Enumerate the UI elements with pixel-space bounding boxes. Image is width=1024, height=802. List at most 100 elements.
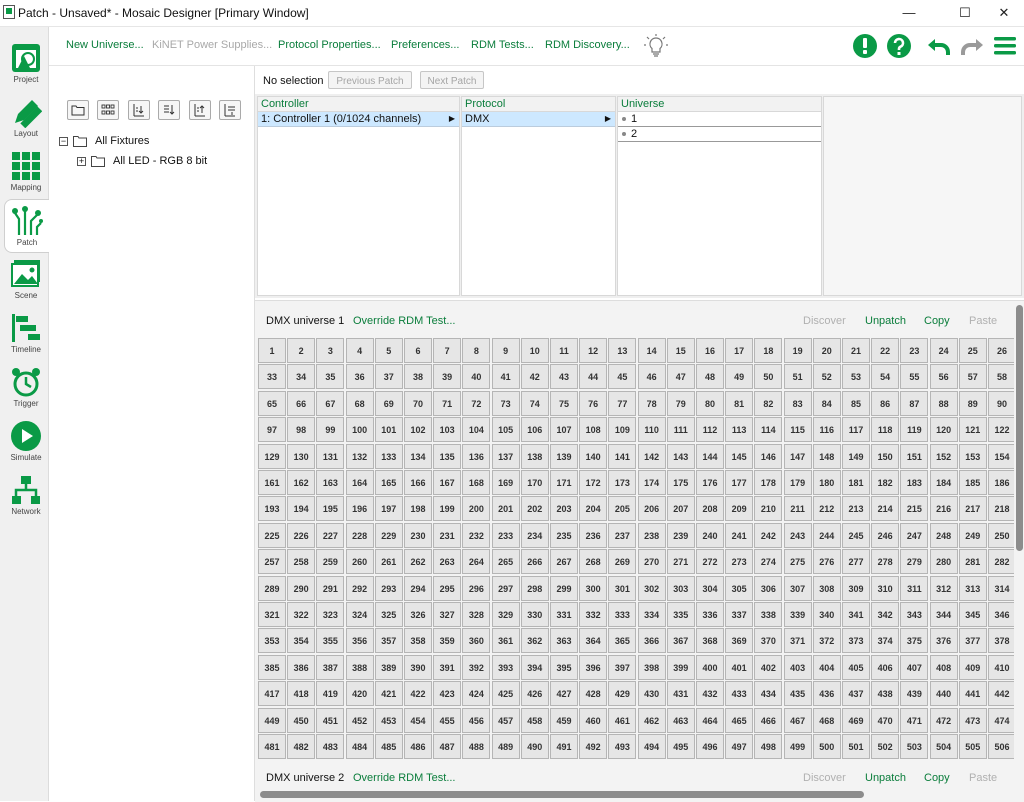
dmx-channel-cell[interactable]: 375 bbox=[900, 628, 929, 654]
rdm-discovery-link[interactable]: RDM Discovery... bbox=[545, 39, 630, 51]
dmx-channel-cell[interactable]: 372 bbox=[812, 628, 841, 654]
dmx-channel-cell[interactable]: 138 bbox=[520, 443, 549, 469]
dmx-channel-cell[interactable]: 100 bbox=[345, 417, 374, 443]
sidebar-item-network[interactable]: Network bbox=[4, 469, 48, 521]
dmx-channel-cell[interactable]: 6 bbox=[404, 338, 432, 363]
dmx-channel-cell[interactable]: 493 bbox=[608, 734, 637, 759]
dmx-channel-cell[interactable]: 242 bbox=[754, 522, 783, 548]
dmx-channel-cell[interactable]: 265 bbox=[491, 549, 520, 575]
dmx-channel-cell[interactable]: 49 bbox=[725, 364, 754, 390]
dmx-channel-cell[interactable]: 356 bbox=[345, 628, 374, 654]
dmx-channel-cell[interactable]: 102 bbox=[404, 417, 432, 443]
dmx-channel-cell[interactable]: 474 bbox=[988, 707, 1015, 733]
dmx-channel-cell[interactable]: 278 bbox=[871, 549, 900, 575]
alert-icon[interactable] bbox=[852, 33, 878, 59]
dmx-channel-cell[interactable]: 312 bbox=[929, 575, 958, 601]
dmx-channel-cell[interactable]: 228 bbox=[345, 522, 374, 548]
dmx-channel-cell[interactable]: 207 bbox=[666, 496, 695, 522]
dmx-channel-cell[interactable]: 150 bbox=[871, 443, 900, 469]
dmx-channel-cell[interactable]: 116 bbox=[812, 417, 841, 443]
dmx-channel-cell[interactable]: 471 bbox=[900, 707, 929, 733]
dmx-channel-cell[interactable]: 23 bbox=[900, 338, 929, 363]
dmx-channel-cell[interactable]: 65 bbox=[258, 390, 286, 416]
dmx-channel-cell[interactable]: 466 bbox=[754, 707, 783, 733]
dmx-channel-cell[interactable]: 98 bbox=[287, 417, 316, 443]
unpatch-button[interactable]: Unpatch bbox=[865, 315, 906, 327]
dmx-channel-cell[interactable]: 145 bbox=[725, 443, 754, 469]
dmx-channel-cell[interactable]: 77 bbox=[608, 390, 637, 416]
dmx-channel-cell[interactable]: 371 bbox=[783, 628, 812, 654]
dmx-channel-cell[interactable]: 76 bbox=[579, 390, 608, 416]
dmx-channel-cell[interactable]: 355 bbox=[316, 628, 345, 654]
dmx-channel-cell[interactable]: 441 bbox=[958, 681, 987, 707]
dmx-channel-cell[interactable]: 335 bbox=[666, 602, 695, 627]
dmx-channel-cell[interactable]: 326 bbox=[404, 602, 432, 627]
dmx-channel-cell[interactable]: 47 bbox=[666, 364, 695, 390]
dmx-channel-cell[interactable]: 134 bbox=[404, 443, 432, 469]
dmx-channel-cell[interactable]: 497 bbox=[725, 734, 754, 759]
dmx-channel-cell[interactable]: 266 bbox=[520, 549, 549, 575]
vertical-scroll-thumb[interactable] bbox=[1016, 305, 1023, 551]
dmx-channel-cell[interactable]: 346 bbox=[988, 602, 1015, 627]
dmx-channel-cell[interactable]: 103 bbox=[433, 417, 462, 443]
dmx-channel-cell[interactable]: 435 bbox=[783, 681, 812, 707]
dmx-channel-cell[interactable]: 241 bbox=[725, 522, 754, 548]
dmx-channel-cell[interactable]: 279 bbox=[900, 549, 929, 575]
dmx-channel-cell[interactable]: 41 bbox=[491, 364, 520, 390]
dmx-channel-cell[interactable]: 334 bbox=[637, 602, 666, 627]
sidebar-item-project[interactable]: Project bbox=[4, 37, 48, 89]
dmx-channel-cell[interactable]: 136 bbox=[462, 443, 491, 469]
dmx-channel-cell[interactable]: 274 bbox=[754, 549, 783, 575]
dmx-channel-cell[interactable]: 163 bbox=[316, 470, 345, 495]
dmx-channel-cell[interactable]: 80 bbox=[696, 390, 724, 416]
dmx-channel-cell[interactable]: 2 bbox=[287, 338, 316, 363]
dmx-channel-cell[interactable]: 217 bbox=[958, 496, 987, 522]
dmx-channel-cell[interactable]: 391 bbox=[433, 654, 462, 680]
dmx-channel-cell[interactable]: 239 bbox=[666, 522, 695, 548]
dmx-channel-cell[interactable]: 38 bbox=[404, 364, 432, 390]
dmx-channel-cell[interactable]: 171 bbox=[550, 470, 578, 495]
dmx-channel-cell[interactable]: 143 bbox=[666, 443, 695, 469]
dmx-channel-cell[interactable]: 481 bbox=[258, 734, 286, 759]
dmx-channel-cell[interactable]: 142 bbox=[637, 443, 666, 469]
dmx-channel-cell[interactable]: 212 bbox=[812, 496, 841, 522]
dmx-channel-cell[interactable]: 12 bbox=[579, 338, 608, 363]
dmx-channel-cell[interactable]: 306 bbox=[754, 575, 783, 601]
dmx-channel-cell[interactable]: 327 bbox=[433, 602, 462, 627]
dmx-channel-cell[interactable]: 297 bbox=[491, 575, 520, 601]
dmx-channel-cell[interactable]: 226 bbox=[287, 522, 316, 548]
dmx-channel-cell[interactable]: 18 bbox=[754, 338, 783, 363]
sort-other-button[interactable] bbox=[219, 100, 241, 120]
copy-button[interactable]: Copy bbox=[924, 772, 950, 784]
dmx-channel-cell[interactable]: 182 bbox=[871, 470, 900, 495]
dmx-channel-cell[interactable]: 211 bbox=[783, 496, 812, 522]
dmx-channel-cell[interactable]: 180 bbox=[812, 470, 841, 495]
dmx-channel-cell[interactable]: 194 bbox=[287, 496, 316, 522]
dmx-channel-cell[interactable]: 86 bbox=[871, 390, 900, 416]
dmx-channel-cell[interactable]: 87 bbox=[900, 390, 929, 416]
protocol-properties-link[interactable]: Protocol Properties... bbox=[278, 39, 381, 51]
dmx-channel-cell[interactable]: 393 bbox=[491, 654, 520, 680]
dmx-channel-cell[interactable]: 48 bbox=[696, 364, 724, 390]
dmx-channel-cell[interactable]: 394 bbox=[520, 654, 549, 680]
dmx-channel-cell[interactable]: 402 bbox=[754, 654, 783, 680]
collapse-icon[interactable]: − bbox=[59, 137, 68, 146]
dmx-channel-cell[interactable]: 374 bbox=[871, 628, 900, 654]
dmx-channel-cell[interactable]: 361 bbox=[491, 628, 520, 654]
dmx-channel-cell[interactable]: 503 bbox=[900, 734, 929, 759]
dmx-channel-cell[interactable]: 161 bbox=[258, 470, 286, 495]
dmx-channel-cell[interactable]: 407 bbox=[900, 654, 929, 680]
dmx-channel-cell[interactable]: 431 bbox=[666, 681, 695, 707]
dmx-channel-cell[interactable]: 398 bbox=[637, 654, 666, 680]
dmx-channel-cell[interactable]: 170 bbox=[520, 470, 549, 495]
override-rdm-test-link[interactable]: Override RDM Test... bbox=[353, 315, 456, 327]
dmx-channel-cell[interactable]: 88 bbox=[929, 390, 958, 416]
dmx-channel-cell[interactable]: 328 bbox=[462, 602, 491, 627]
dmx-channel-cell[interactable]: 74 bbox=[520, 390, 549, 416]
unpatch-button[interactable]: Unpatch bbox=[865, 772, 906, 784]
dmx-channel-cell[interactable]: 437 bbox=[842, 681, 870, 707]
dmx-channel-cell[interactable]: 69 bbox=[374, 390, 403, 416]
dmx-channel-cell[interactable]: 140 bbox=[579, 443, 608, 469]
help-icon[interactable] bbox=[886, 33, 912, 59]
dmx-channel-cell[interactable]: 197 bbox=[374, 496, 403, 522]
